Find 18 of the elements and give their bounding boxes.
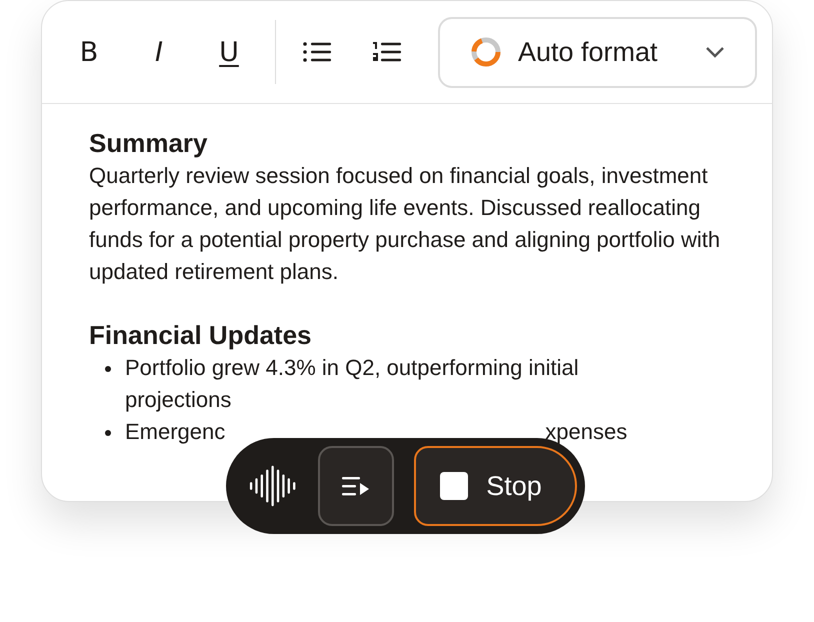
list-play-icon: [341, 475, 372, 497]
section-heading: Financial Updates: [89, 319, 312, 352]
ring-icon: [470, 36, 502, 68]
waveform-icon: [248, 464, 298, 508]
bold-button[interactable]: B: [69, 38, 109, 66]
list-item-text: xpenses: [545, 418, 628, 446]
list-item-text: Emergenc: [125, 418, 226, 446]
auto-format-dropdown[interactable]: Auto format: [438, 16, 757, 88]
underline-button[interactable]: U: [209, 38, 249, 66]
stop-button[interactable]: Stop: [414, 446, 577, 526]
insert-button[interactable]: [318, 446, 394, 526]
numbered-list-icon[interactable]: [372, 40, 402, 64]
bullet-list-icon[interactable]: [302, 40, 332, 64]
paragraph: Quarterly review session focused on financial goals, investment performance, and upcoming life events. Discussed reallocating funds for a potential property purchase and aligning portfolio with updated retirement plans.: [89, 162, 722, 286]
stop-square-icon: [440, 472, 468, 500]
italic-button[interactable]: I: [139, 38, 179, 66]
chevron-down-icon: [705, 46, 725, 58]
section-heading: Summary: [89, 127, 208, 160]
